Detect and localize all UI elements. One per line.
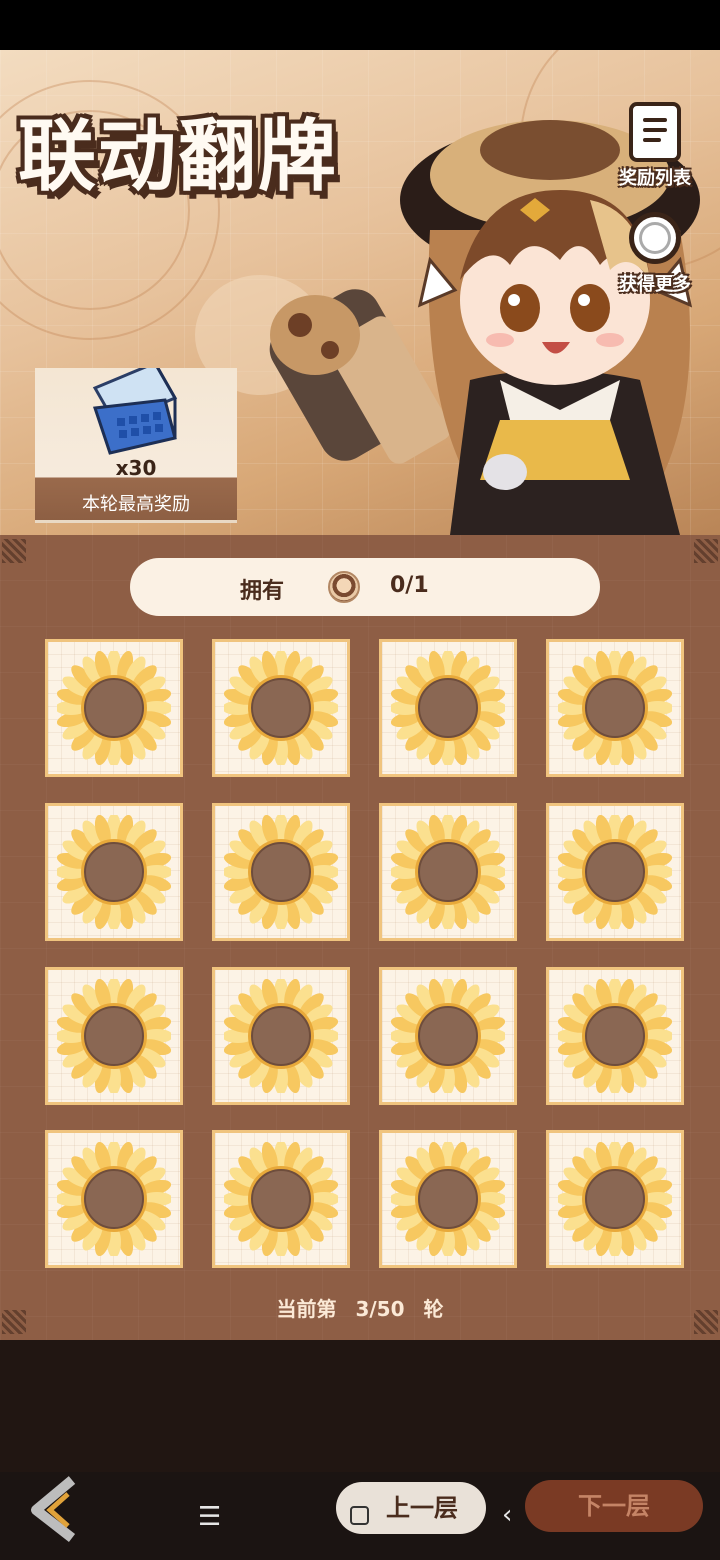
event-banner: 联动翻牌 奖励列表 获得更多 x30 本轮最高奖励 <box>0 50 720 535</box>
flip-card[interactable] <box>379 967 517 1105</box>
sunflower-icon <box>391 651 505 765</box>
flip-card[interactable] <box>45 639 183 777</box>
card-board: 拥有 0/1 当前第 3/50 轮 <box>0 535 720 1340</box>
sunflower-icon <box>391 979 505 1093</box>
get-more-label: 获得更多 <box>619 274 691 295</box>
flip-card[interactable] <box>379 803 517 941</box>
sunflower-icon <box>224 651 338 765</box>
flip-card[interactable] <box>212 1130 350 1268</box>
round-indicator: 当前第 3/50 轮 <box>276 1297 444 1321</box>
next-level-label: 下一层 <box>578 1492 650 1520</box>
navigation-bar: ☰ 上一层 ‹ 下一层 <box>0 1472 720 1560</box>
owned-count: 0/1 <box>390 573 429 598</box>
next-level-button[interactable]: 下一层 <box>525 1480 703 1532</box>
flip-card[interactable] <box>379 639 517 777</box>
sunflower-icon <box>391 1142 505 1256</box>
reward-list-button[interactable]: 奖励列表 <box>605 102 705 190</box>
sunflower-icon <box>57 651 171 765</box>
reward-list-label: 奖励列表 <box>619 168 691 189</box>
sunflower-icon <box>558 979 672 1093</box>
sunflower-icon <box>558 815 672 929</box>
previous-level-label: 上一层 <box>386 1494 458 1522</box>
coin-icon <box>629 212 681 264</box>
flip-card[interactable] <box>546 803 684 941</box>
sunflower-icon <box>224 1142 338 1256</box>
sunflower-icon <box>224 979 338 1093</box>
flip-card[interactable] <box>212 967 350 1105</box>
sunflower-icon <box>57 815 171 929</box>
sunflower-icon <box>57 1142 171 1256</box>
toolbox-icon <box>92 361 178 455</box>
top-reward-card: x30 本轮最高奖励 <box>35 361 237 523</box>
reward-caption: 本轮最高奖励 <box>82 494 190 515</box>
document-icon <box>629 102 681 162</box>
sunflower-icon <box>558 1142 672 1256</box>
reward-count: x30 <box>115 456 157 480</box>
token-icon <box>328 571 360 603</box>
corner-ornament <box>694 539 718 563</box>
sunflower-icon <box>57 979 171 1093</box>
corner-ornament <box>2 539 26 563</box>
sunflower-icon <box>224 815 338 929</box>
flip-card[interactable] <box>212 639 350 777</box>
flip-card[interactable] <box>45 967 183 1105</box>
chevron-left-icon[interactable]: ‹ <box>502 1500 512 1530</box>
status-bar <box>0 0 720 50</box>
menu-icon[interactable]: ☰ <box>198 1502 221 1532</box>
get-more-button[interactable]: 获得更多 <box>605 212 705 296</box>
square-icon[interactable] <box>350 1506 369 1525</box>
flip-card[interactable] <box>546 1130 684 1268</box>
page-title: 联动翻牌 <box>18 112 339 202</box>
flip-card[interactable] <box>45 1130 183 1268</box>
flip-card[interactable] <box>45 803 183 941</box>
flip-card[interactable] <box>546 639 684 777</box>
sunflower-icon <box>558 651 672 765</box>
bottom-spacer <box>0 1340 720 1472</box>
sunflower-icon <box>391 815 505 929</box>
flip-card[interactable] <box>379 1130 517 1268</box>
flip-card[interactable] <box>212 803 350 941</box>
owned-label: 拥有 <box>240 579 285 604</box>
flip-card[interactable] <box>546 967 684 1105</box>
owned-counter: 拥有 0/1 <box>130 558 600 616</box>
back-arrow-icon[interactable] <box>24 1474 84 1542</box>
